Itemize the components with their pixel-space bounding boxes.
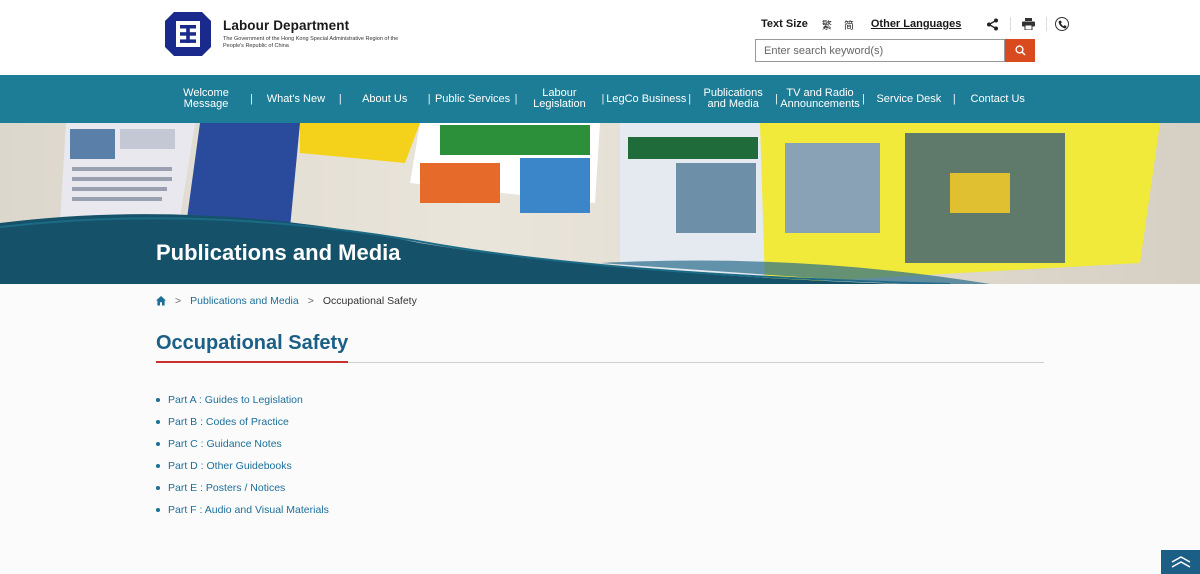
nav-divider: | — [514, 93, 518, 105]
nav-divider: | — [688, 93, 692, 105]
title-accent-underline — [156, 361, 348, 363]
traditional-chinese-link[interactable]: 繁 — [822, 17, 832, 32]
logo[interactable]: Labour Department The Government of the … — [165, 12, 403, 56]
nav-item-legco-business[interactable]: LegCo Business — [604, 75, 688, 123]
bullet-icon — [156, 508, 160, 512]
department-name: Labour Department — [223, 18, 350, 33]
text-size-label[interactable]: Text Size — [761, 18, 808, 30]
labour-department-logo-icon — [165, 12, 211, 56]
nav-item-publications-and-media[interactable]: Publications and Media — [691, 75, 775, 123]
print-icon[interactable] — [1019, 15, 1037, 33]
search-input[interactable] — [755, 39, 1005, 62]
nav-item-public-services[interactable]: Public Services — [431, 75, 515, 123]
nav-item-service-desk[interactable]: Service Desk — [865, 75, 953, 123]
bullet-icon — [156, 398, 160, 402]
government-line: The Government of the Hong Kong Special … — [223, 36, 399, 49]
search-bar — [755, 39, 1035, 62]
utility-divider — [1010, 17, 1012, 31]
utility-bar: Text Size 繁 简 Other Languages — [761, 15, 1078, 33]
nav-divider: | — [952, 93, 956, 105]
simplified-chinese-link[interactable]: 简 — [844, 17, 854, 32]
nav-item-about-us[interactable]: About Us — [342, 75, 428, 123]
part-a-link[interactable]: Part A : Guides to Legislation — [168, 394, 303, 406]
breadcrumb-separator: > — [307, 295, 314, 307]
page-title: Occupational Safety — [156, 332, 349, 354]
nav-divider: | — [250, 93, 253, 105]
part-c-link[interactable]: Part C : Guidance Notes — [168, 438, 282, 450]
part-e-link[interactable]: Part E : Posters / Notices — [168, 482, 285, 494]
nav-divider: | — [338, 93, 342, 105]
share-icon[interactable] — [983, 15, 1001, 33]
list-item: Part D : Other Guidebooks — [156, 455, 329, 477]
site-header: Labour Department The Government of the … — [0, 0, 1200, 75]
nav-item-labour-legislation[interactable]: Labour Legislation — [517, 75, 601, 123]
list-item: Part E : Posters / Notices — [156, 477, 329, 499]
parts-list: Part A : Guides to Legislation Part B : … — [156, 389, 329, 521]
list-item: Part C : Guidance Notes — [156, 433, 329, 455]
bullet-icon — [156, 442, 160, 446]
nav-divider: | — [427, 93, 431, 105]
banner-title: Publications and Media — [156, 240, 401, 265]
breadcrumb-current: Occupational Safety — [322, 295, 417, 307]
chevron-up-icon — [1171, 556, 1190, 568]
breadcrumb: > Publications and Media > Occupational … — [156, 295, 417, 307]
hero-banner: Publications and Media — [0, 123, 1200, 284]
nav-divider: | — [775, 93, 779, 105]
nav-item-whats-new[interactable]: What's New — [253, 75, 339, 123]
part-b-link[interactable]: Part B : Codes of Practice — [168, 416, 289, 428]
breadcrumb-separator: > — [175, 295, 182, 307]
search-button[interactable] — [1005, 39, 1035, 62]
list-item: Part B : Codes of Practice — [156, 411, 329, 433]
nav-divider: | — [862, 93, 865, 105]
phone-icon[interactable] — [1055, 17, 1070, 31]
list-item: Part A : Guides to Legislation — [156, 389, 329, 411]
nav-item-contact-us[interactable]: Contact Us — [956, 75, 1040, 123]
part-f-link[interactable]: Part F : Audio and Visual Materials — [168, 504, 329, 516]
main-navigation: Welcome Message | What's New | About Us … — [0, 75, 1200, 123]
nav-item-tv-and-radio-announcements[interactable]: TV and Radio Announcements — [778, 75, 862, 123]
bullet-icon — [156, 420, 160, 424]
nav-item-welcome-message[interactable]: Welcome Message — [162, 75, 250, 123]
home-icon[interactable] — [156, 296, 166, 306]
search-icon — [1014, 45, 1026, 56]
bullet-icon — [156, 486, 160, 490]
utility-divider — [1046, 17, 1048, 31]
list-item: Part F : Audio and Visual Materials — [156, 499, 329, 521]
bullet-icon — [156, 464, 160, 468]
nav-divider: | — [601, 93, 605, 105]
breadcrumb-link-publications[interactable]: Publications and Media — [190, 295, 299, 307]
part-d-link[interactable]: Part D : Other Guidebooks — [168, 460, 292, 472]
back-to-top-button[interactable] — [1161, 550, 1200, 574]
other-languages-link[interactable]: Other Languages — [871, 18, 961, 30]
